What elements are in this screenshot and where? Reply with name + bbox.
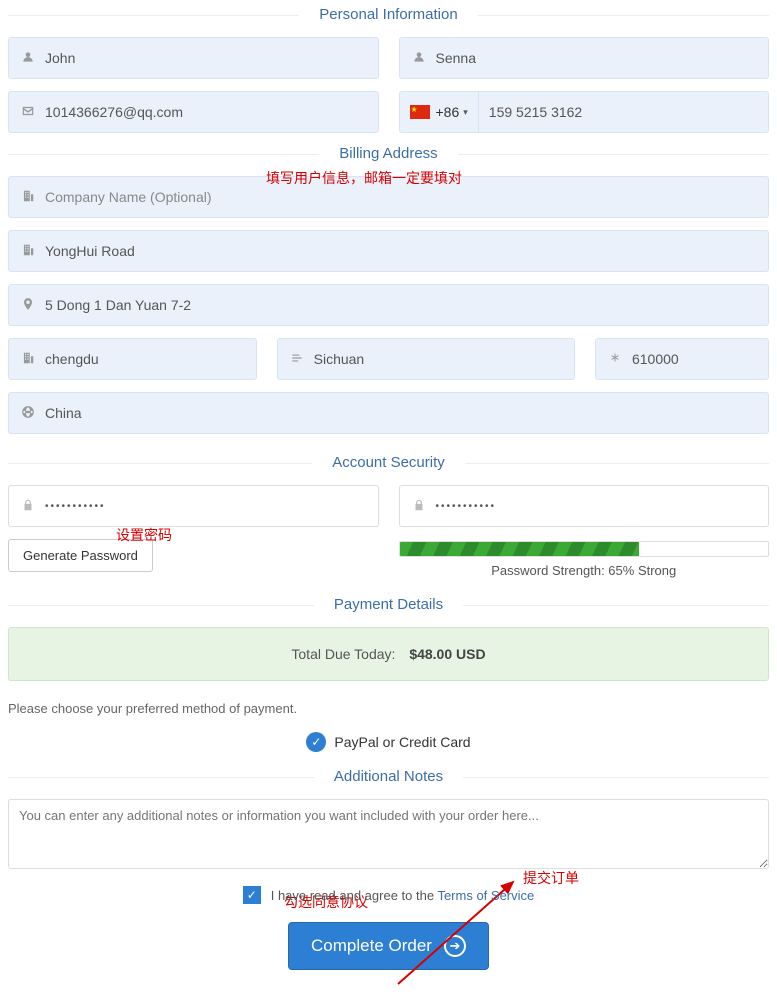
mail-icon [19,104,37,121]
globe-icon [19,405,37,422]
tos-link[interactable]: Terms of Service [437,888,534,903]
total-due-box: Total Due Today: $48.00 USD [8,627,769,681]
password-strength-text: Password Strength: 65% Strong [399,563,770,578]
last-name-value: Senna [436,50,759,66]
phone-number-input[interactable]: 159 5215 3162 [479,104,592,120]
country-field[interactable]: China [8,392,769,434]
payment-option-label: PayPal or Credit Card [334,734,470,750]
email-field[interactable]: 1014366276@qq.com [8,91,379,133]
last-name-field[interactable]: Senna [399,37,770,79]
phone-field-group: +86 ▾ 159 5215 3162 [399,91,770,133]
building-icon [19,189,37,206]
company-field[interactable]: Company Name (Optional) [8,176,769,218]
building-icon [19,243,37,260]
password-strength-bar [399,541,770,557]
pin-icon [19,297,37,314]
user-icon [19,50,37,67]
annotation-submit: 提交订单 [523,868,579,888]
lock-icon [410,498,428,515]
chevron-down-icon: ▾ [463,107,468,118]
phone-code: +86 [436,104,460,120]
phone-country-selector[interactable]: +86 ▾ [400,92,479,132]
tos-text: I have read and agree to the Terms of Se… [271,888,535,903]
section-personal-title: Personal Information [8,6,769,23]
tos-checkbox[interactable]: ✓ [243,886,261,904]
street1-field[interactable]: YongHui Road [8,230,769,272]
payment-option-radio[interactable]: ✓ [306,732,326,752]
password-field[interactable]: ••••••••••• [8,485,379,527]
flag-cn-icon [410,105,430,119]
zip-value: 610000 [632,351,758,367]
street1-value: YongHui Road [45,243,758,259]
user-icon [410,50,428,67]
generate-password-button[interactable]: Generate Password [8,539,153,572]
total-due-label: Total Due Today: [291,646,395,662]
arrow-right-icon: ➔ [444,935,466,957]
total-due-amount: $48.00 USD [409,646,485,662]
asterisk-icon [606,351,624,367]
street2-field[interactable]: 5 Dong 1 Dan Yuan 7-2 [8,284,769,326]
street2-value: 5 Dong 1 Dan Yuan 7-2 [45,297,758,313]
state-field[interactable]: Sichuan [277,338,575,380]
section-security-title: Account Security [8,454,769,471]
company-placeholder: Company Name (Optional) [45,189,758,205]
building-icon [19,351,37,368]
section-payment-title: Payment Details [8,596,769,613]
confirm-password-field[interactable]: ••••••••••• [399,485,770,527]
confirm-password-mask: ••••••••••• [436,501,497,512]
section-notes-title: Additional Notes [8,768,769,785]
country-value: China [45,405,758,421]
bars-icon [288,351,306,368]
notes-textarea[interactable] [8,799,769,869]
complete-order-button[interactable]: Complete Order ➔ [288,922,489,970]
section-billing-title: Billing Address [8,145,769,162]
zip-field[interactable]: 610000 [595,338,769,380]
password-mask: ••••••••••• [45,501,106,512]
payment-choose-text: Please choose your preferred method of p… [8,701,769,716]
city-value: chengdu [45,351,246,367]
email-value: 1014366276@qq.com [45,104,368,120]
first-name-value: John [45,50,368,66]
city-field[interactable]: chengdu [8,338,257,380]
lock-icon [19,498,37,515]
complete-order-label: Complete Order [311,936,432,956]
state-value: Sichuan [314,351,564,367]
first-name-field[interactable]: John [8,37,379,79]
